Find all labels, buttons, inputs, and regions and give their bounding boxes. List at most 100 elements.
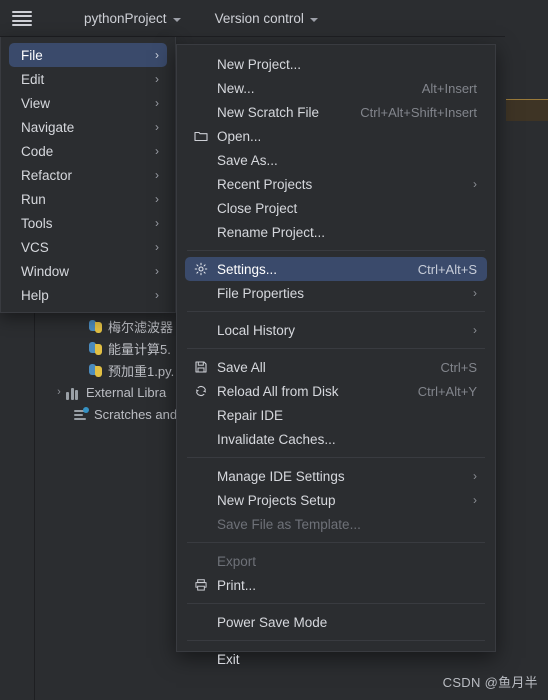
file-menu-item-label: Invalidate Caches... bbox=[217, 431, 336, 447]
file-menu-item-new-scratch-file[interactable]: New Scratch File Ctrl+Alt+Shift+Insert bbox=[185, 100, 487, 124]
menubar-item-tools[interactable]: Tools › bbox=[9, 211, 167, 235]
tree-row-label: 能量计算5. bbox=[108, 341, 171, 357]
menu-separator bbox=[187, 603, 485, 604]
file-menu-item-new-project[interactable]: New Project... bbox=[185, 52, 487, 76]
file-menu-item-label: Close Project bbox=[217, 200, 298, 216]
python-file-icon bbox=[88, 363, 103, 378]
tree-row[interactable]: 梅尔滤波器 bbox=[88, 315, 173, 337]
menubar-item-code[interactable]: Code › bbox=[9, 139, 167, 163]
tree-row[interactable]: 能量计算5. bbox=[88, 337, 171, 359]
menubar-item-label: VCS bbox=[21, 239, 49, 255]
file-menu-item-local-history[interactable]: Local History › bbox=[185, 318, 487, 342]
file-menu-item-label: Power Save Mode bbox=[217, 614, 328, 630]
chevron-right-icon: › bbox=[155, 216, 159, 230]
tree-row[interactable]: › External Libra bbox=[52, 381, 166, 403]
file-menu-item-label: Manage IDE Settings bbox=[217, 468, 345, 484]
menubar-item-window[interactable]: Window › bbox=[9, 259, 167, 283]
menubar-item-label: Edit bbox=[21, 71, 45, 87]
menubar-item-label: Navigate bbox=[21, 119, 75, 135]
menubar-item-navigate[interactable]: Navigate › bbox=[9, 115, 167, 139]
file-menu-item-label: New... bbox=[217, 80, 255, 96]
chevron-right-icon[interactable]: › bbox=[52, 386, 66, 398]
file-menu-item-label: Export bbox=[217, 553, 257, 569]
menubar-item-label: View bbox=[21, 95, 51, 111]
version-control-widget[interactable]: Version control bbox=[207, 7, 326, 30]
editor-right-strip bbox=[505, 37, 548, 700]
file-menu-item-open[interactable]: Open... bbox=[185, 124, 487, 148]
file-menu-item-save-all[interactable]: Save All Ctrl+S bbox=[185, 355, 487, 379]
file-menu-item-file-properties[interactable]: File Properties › bbox=[185, 281, 487, 305]
file-menu-item-save-as[interactable]: Save As... bbox=[185, 148, 487, 172]
menu-separator bbox=[187, 457, 485, 458]
chevron-right-icon: › bbox=[473, 493, 477, 507]
file-menu-item-power-save-mode[interactable]: Power Save Mode bbox=[185, 610, 487, 634]
hamburger-icon[interactable] bbox=[12, 10, 32, 27]
chevron-right-icon: › bbox=[473, 177, 477, 191]
menubar-item-label: File bbox=[21, 47, 43, 63]
tree-row[interactable]: 预加重1.py. bbox=[88, 359, 174, 381]
menubar-item-run[interactable]: Run › bbox=[9, 187, 167, 211]
project-widget[interactable]: pythonProject bbox=[76, 7, 189, 30]
scratches-icon bbox=[74, 406, 89, 422]
file-menu-item-settings[interactable]: Settings... Ctrl+Alt+S bbox=[185, 257, 487, 281]
folder-icon bbox=[193, 129, 209, 143]
file-menu-item-label: Local History bbox=[217, 322, 296, 338]
file-menu-item-shortcut: Ctrl+Alt+S bbox=[417, 261, 477, 277]
library-icon bbox=[66, 385, 81, 400]
save-icon bbox=[193, 360, 209, 374]
file-menu-item-shortcut: Ctrl+Alt+Shift+Insert bbox=[360, 104, 477, 120]
file-menu-item-repair-ide[interactable]: Repair IDE bbox=[185, 403, 487, 427]
print-icon bbox=[193, 578, 209, 592]
tree-row-label: Scratches and bbox=[94, 406, 178, 422]
menubar-item-label: Run bbox=[21, 191, 46, 207]
menubar-item-refactor[interactable]: Refactor › bbox=[9, 163, 167, 187]
file-menu-popup: New Project... New... Alt+Insert New Scratc… bbox=[176, 44, 496, 667]
chevron-right-icon: › bbox=[155, 120, 159, 134]
chevron-right-icon: › bbox=[155, 192, 159, 206]
menu-separator bbox=[187, 250, 485, 251]
chevron-right-icon: › bbox=[155, 168, 159, 182]
main-toolbar: pythonProject Version control bbox=[0, 0, 548, 37]
file-menu-item-label: Save File as Template... bbox=[217, 516, 361, 532]
tree-row[interactable]: Scratches and bbox=[74, 403, 177, 425]
chevron-right-icon: › bbox=[155, 72, 159, 86]
gear-icon bbox=[193, 262, 209, 276]
file-menu-item-export: Export bbox=[185, 549, 487, 573]
chevron-right-icon: › bbox=[473, 469, 477, 483]
file-menu-item-reload-all-from-disk[interactable]: Reload All from Disk Ctrl+Alt+Y bbox=[185, 379, 487, 403]
file-menu-item-label: Save All bbox=[217, 359, 266, 375]
menu-separator bbox=[187, 348, 485, 349]
file-menu-item-recent-projects[interactable]: Recent Projects › bbox=[185, 172, 487, 196]
menubar-item-label: Code bbox=[21, 143, 54, 159]
chevron-right-icon: › bbox=[155, 144, 159, 158]
file-menu-item-label: Repair IDE bbox=[217, 407, 284, 423]
file-menu-item-close-project[interactable]: Close Project bbox=[185, 196, 487, 220]
file-menu-item-print[interactable]: Print... bbox=[185, 573, 487, 597]
chevron-right-icon: › bbox=[155, 288, 159, 302]
chevron-right-icon: › bbox=[155, 48, 159, 62]
file-menu-item-invalidate-caches[interactable]: Invalidate Caches... bbox=[185, 427, 487, 451]
file-menu-item-manage-ide-settings[interactable]: Manage IDE Settings › bbox=[185, 464, 487, 488]
chevron-right-icon: › bbox=[155, 240, 159, 254]
menubar-item-view[interactable]: View › bbox=[9, 91, 167, 115]
menu-separator bbox=[187, 542, 485, 543]
file-menu-item-label: Rename Project... bbox=[217, 224, 326, 240]
file-menu-item-rename-project[interactable]: Rename Project... bbox=[185, 220, 487, 244]
python-file-icon bbox=[88, 341, 103, 356]
file-menu-item-shortcut: Ctrl+S bbox=[440, 359, 477, 375]
menu-separator bbox=[187, 311, 485, 312]
project-name-label: pythonProject bbox=[84, 11, 167, 26]
menubar-item-label: Refactor bbox=[21, 167, 73, 183]
file-menu-item-new[interactable]: New... Alt+Insert bbox=[185, 76, 487, 100]
file-menu-item-exit[interactable]: Exit bbox=[185, 647, 487, 671]
file-menu-item-shortcut: Ctrl+Alt+Y bbox=[417, 383, 477, 399]
menubar-item-file[interactable]: File › bbox=[9, 43, 167, 67]
file-menu-item-new-projects-setup[interactable]: New Projects Setup › bbox=[185, 488, 487, 512]
menubar-item-edit[interactable]: Edit › bbox=[9, 67, 167, 91]
editor-highlight-band bbox=[506, 100, 548, 121]
menubar-item-vcs[interactable]: VCS › bbox=[9, 235, 167, 259]
file-menu-item-save-file-as-template: Save File as Template... bbox=[185, 512, 487, 536]
file-menu-item-label: Recent Projects bbox=[217, 176, 313, 192]
menubar-item-help[interactable]: Help › bbox=[9, 283, 167, 307]
chevron-right-icon: › bbox=[155, 264, 159, 278]
